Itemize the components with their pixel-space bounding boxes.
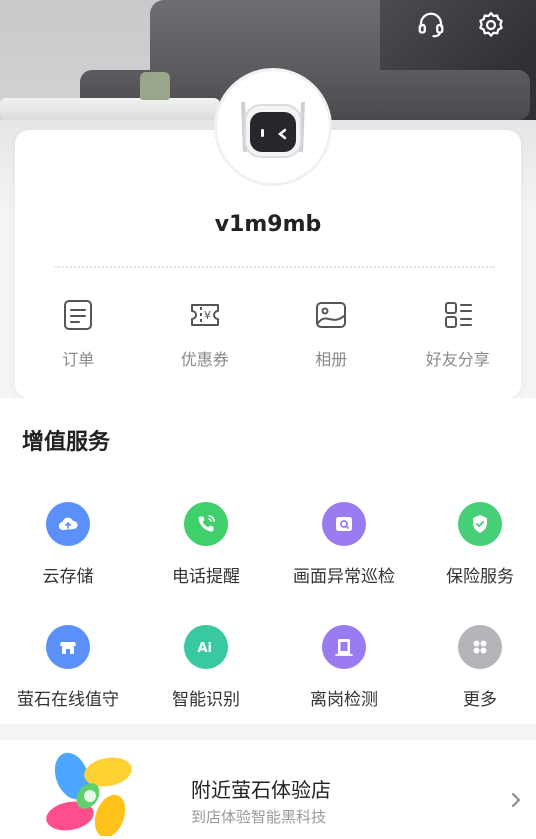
chevron-right-icon — [512, 793, 520, 807]
shield-check-icon — [458, 502, 502, 546]
gear-icon[interactable] — [474, 8, 508, 42]
phone-icon — [184, 502, 228, 546]
service-label: 保险服务 — [446, 567, 514, 587]
nearby-store-banner[interactable]: 附近萤石体验店 到店体验智能黑科技 — [0, 740, 536, 839]
store-title: 附近萤石体验店 — [191, 778, 331, 802]
service-ai-recognition[interactable]: Ai 智能识别 — [139, 625, 273, 710]
quick-action-share[interactable]: 好友分享 — [395, 298, 522, 388]
door-icon — [322, 625, 366, 669]
svg-text:Ai: Ai — [198, 641, 213, 656]
camera-frame-icon — [322, 502, 366, 546]
divider — [55, 266, 495, 268]
service-label: 云存储 — [42, 567, 94, 587]
service-online-guard[interactable]: 萤石在线值守 — [1, 625, 135, 710]
service-label: 智能识别 — [172, 690, 240, 710]
service-cloud-storage[interactable]: 云存储 — [1, 502, 135, 587]
quick-action-label: 订单 — [62, 350, 95, 369]
headset-icon[interactable] — [414, 8, 448, 42]
service-label: 更多 — [463, 690, 497, 710]
order-list-icon — [64, 300, 93, 330]
service-label: 画面异常巡检 — [293, 567, 395, 587]
username: v1m9mb — [214, 212, 322, 237]
store-subtitle: 到店体验智能黑科技 — [191, 808, 327, 826]
svg-text:¥: ¥ — [204, 309, 211, 322]
cloud-upload-icon — [46, 502, 90, 546]
quick-action-label: 好友分享 — [425, 350, 490, 369]
quick-action-label: 优惠券 — [180, 350, 229, 369]
album-icon — [316, 302, 347, 328]
quick-action-coupons[interactable]: ¥ 优惠券 — [142, 298, 269, 388]
robot-avatar-icon[interactable] — [214, 68, 332, 186]
coupon-icon: ¥ — [190, 304, 219, 326]
store-icon — [46, 625, 90, 669]
share-grid-icon — [444, 302, 472, 328]
ezviz-logo — [46, 752, 132, 836]
section-title: 增值服务 — [22, 430, 111, 455]
quick-action-label: 相册 — [315, 350, 348, 369]
service-abnormal-patrol[interactable]: 画面异常巡检 — [277, 502, 411, 587]
quick-actions: 订单 ¥ 优惠券 相册 好友分享 — [15, 298, 521, 388]
quick-action-orders[interactable]: 订单 — [15, 298, 142, 388]
service-label: 电话提醒 — [172, 567, 240, 587]
more-grid-icon — [458, 625, 502, 669]
service-absence-detect[interactable]: 离岗检测 — [277, 625, 411, 710]
service-label: 萤石在线值守 — [17, 690, 119, 710]
service-phone-alert[interactable]: 电话提醒 — [139, 502, 273, 587]
service-more[interactable]: 更多 — [413, 625, 536, 710]
service-insurance[interactable]: 保险服务 — [413, 502, 536, 587]
quick-action-album[interactable]: 相册 — [268, 298, 395, 388]
ai-icon: Ai — [184, 625, 228, 669]
service-label: 离岗检测 — [310, 690, 378, 710]
